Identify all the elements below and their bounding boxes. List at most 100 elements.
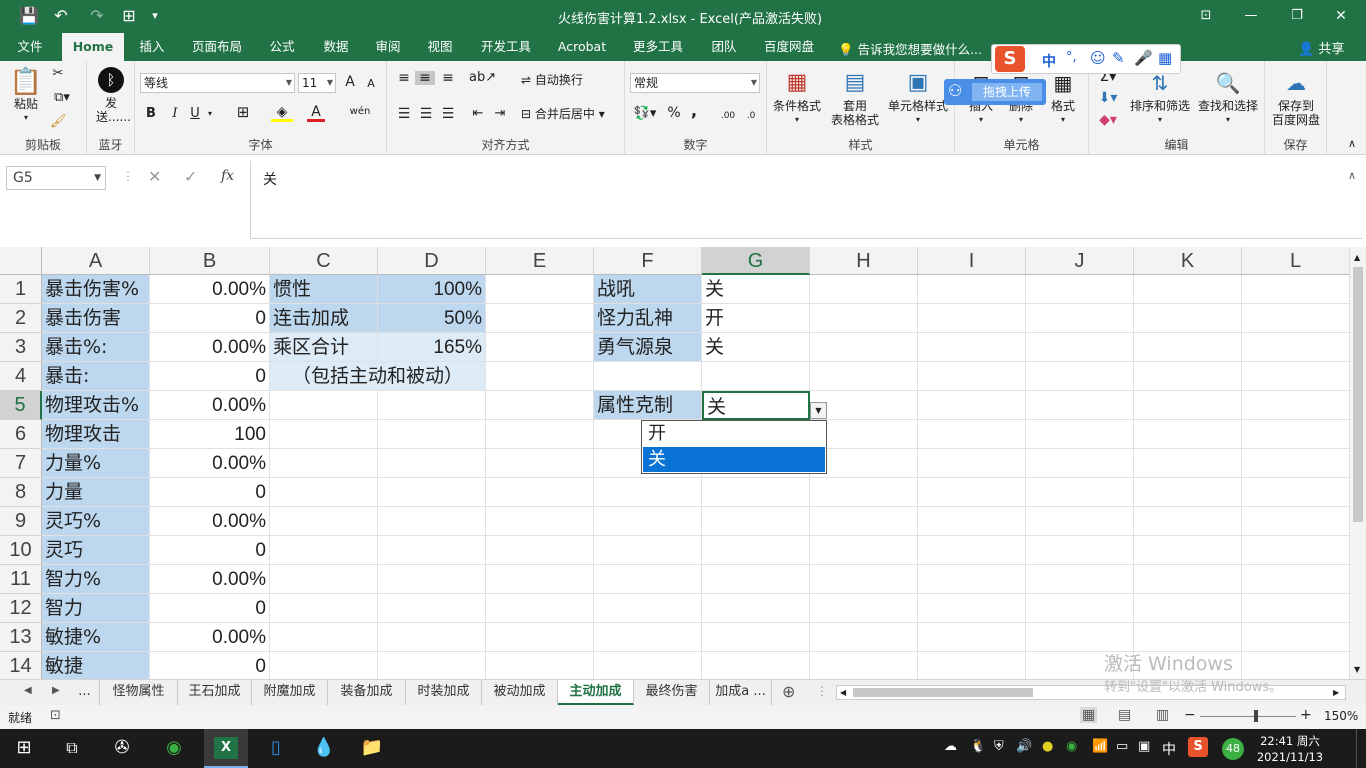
cell-b14[interactable]: 0 [150,652,270,679]
scroll-right-icon[interactable]: ▶ [1333,686,1339,699]
cell-h3[interactable] [810,333,918,362]
cell-i3[interactable] [918,333,1026,362]
tray-battery-icon[interactable]: ▭ [1116,739,1128,754]
cell-f10[interactable] [594,536,702,565]
cell-l2[interactable] [1242,304,1350,333]
cell-a13[interactable]: 敏捷% [42,623,150,652]
zoom-slider-thumb[interactable] [1254,710,1258,722]
fill-color-icon[interactable]: ◈ [271,105,293,122]
middle-align-icon[interactable]: ≡ [415,71,435,85]
sheet-tab-7[interactable]: 主动加成 [558,680,634,705]
cell-k1[interactable] [1134,275,1242,304]
cell-g2[interactable]: 开 [702,304,810,333]
cell-f5[interactable]: 属性克制 [594,391,702,420]
clear-icon[interactable]: ◆▾ [1097,113,1119,127]
save-to-baidu-button[interactable]: ☁ 保存到 百度网盘 [1267,67,1325,127]
cell-h10[interactable] [810,536,918,565]
tray-security-icon[interactable]: ⛨ [994,739,1004,754]
tab-file[interactable]: 文件 [8,33,52,61]
cell-j4[interactable] [1026,362,1134,391]
tab-insert[interactable]: 插入 [132,33,172,61]
cell-l9[interactable] [1242,507,1350,536]
tab-split-icon[interactable]: ⋮ [816,684,828,698]
cell-j13[interactable] [1026,623,1134,652]
cell-b7[interactable]: 0.00% [150,449,270,478]
cell-h11[interactable] [810,565,918,594]
borders-icon[interactable]: ⊞ [231,105,255,120]
close-icon[interactable]: ✕ [1330,6,1352,26]
cell-h4[interactable] [810,362,918,391]
wrap-text-button[interactable]: ⇌ 自动换行 [521,73,611,87]
name-box[interactable]: G5 ▼ [6,166,106,190]
column-header-c[interactable]: C [270,247,378,275]
cell-b11[interactable]: 0.00% [150,565,270,594]
cell-i12[interactable] [918,594,1026,623]
cell-b1[interactable]: 0.00% [150,275,270,304]
copy-icon[interactable]: ⧉▾ [50,91,74,105]
tray-cloud-icon[interactable]: ☁ [944,739,957,754]
upload-tip[interactable]: ⚇ 拖拽上传 [944,79,1046,105]
cell-j9[interactable] [1026,507,1134,536]
cut-icon[interactable]: ✂ [50,67,66,81]
cell-b4[interactable]: 0 [150,362,270,391]
next-sheet-icon[interactable]: ▶ [52,685,60,696]
phonetic-icon[interactable]: wén [349,105,371,119]
tab-formulas[interactable]: 公式 [262,33,302,61]
select-all-corner[interactable] [0,247,42,275]
cancel-icon[interactable]: ✕ [148,167,161,186]
cell-a5[interactable]: 物理攻击% [42,391,150,420]
column-header-i[interactable]: I [918,247,1026,275]
align-left-icon[interactable]: ☰ [395,107,413,121]
cell-l8[interactable] [1242,478,1350,507]
cell-c6[interactable] [270,420,378,449]
column-header-j[interactable]: J [1026,247,1134,275]
cell-d12[interactable] [378,594,486,623]
ime-pen-icon[interactable]: ✎ [1112,49,1125,67]
zoom-out-icon[interactable]: − [1184,707,1196,723]
cell-h13[interactable] [810,623,918,652]
cell-c9[interactable] [270,507,378,536]
cell-j1[interactable] [1026,275,1134,304]
conditional-format-button[interactable]: ▦ 条件格式 ▾ [769,67,825,127]
ime-toolbar[interactable]: S 中 °, ☺ ✎ 🎤 ▦ [991,44,1181,74]
tray-sogou-icon[interactable]: S [1188,737,1208,757]
cell-f8[interactable] [594,478,702,507]
cell-f13[interactable] [594,623,702,652]
cell-d11[interactable] [378,565,486,594]
cell-g1[interactable]: 关 [702,275,810,304]
row-header-7[interactable]: 7 [0,449,42,478]
cell-d7[interactable] [378,449,486,478]
cell-h2[interactable] [810,304,918,333]
tab-home[interactable]: Home [62,33,124,61]
cell-c12[interactable] [270,594,378,623]
cell-a10[interactable]: 灵巧 [42,536,150,565]
row-header-11[interactable]: 11 [0,565,42,594]
row-header-10[interactable]: 10 [0,536,42,565]
shrink-font-icon[interactable]: A [364,77,378,91]
vertical-scroll-thumb[interactable] [1353,267,1363,522]
cell-e8[interactable] [486,478,594,507]
cell-c3[interactable]: 乘区合计 [270,333,378,362]
cell-e4[interactable] [486,362,594,391]
cell-b10[interactable]: 0 [150,536,270,565]
page-layout-view-icon[interactable]: ▤ [1118,707,1131,723]
number-format-select[interactable]: 常规 ▼ [630,73,760,93]
paste-button[interactable]: 📋 粘贴 ▾ [8,67,44,125]
cell-j12[interactable] [1026,594,1134,623]
horizontal-scroll-thumb[interactable] [853,688,1033,697]
ime-punct-icon[interactable]: °, [1066,50,1077,65]
cell-c10[interactable] [270,536,378,565]
cell-l11[interactable] [1242,565,1350,594]
cell-k5[interactable] [1134,391,1242,420]
column-header-l[interactable]: L [1242,247,1350,275]
cell-i9[interactable] [918,507,1026,536]
cell-d2[interactable]: 50% [378,304,486,333]
share-button[interactable]: 👤 共享 [1298,38,1344,57]
row-header-5[interactable]: 5 [0,391,42,420]
merge-center-button[interactable]: ⊟ 合并后居中 ▾ [521,107,621,121]
cell-c8[interactable] [270,478,378,507]
cell-l5[interactable] [1242,391,1350,420]
cell-a12[interactable]: 智力 [42,594,150,623]
clock[interactable]: 22:41 周六 2021/11/13 [1250,733,1330,765]
cell-e13[interactable] [486,623,594,652]
